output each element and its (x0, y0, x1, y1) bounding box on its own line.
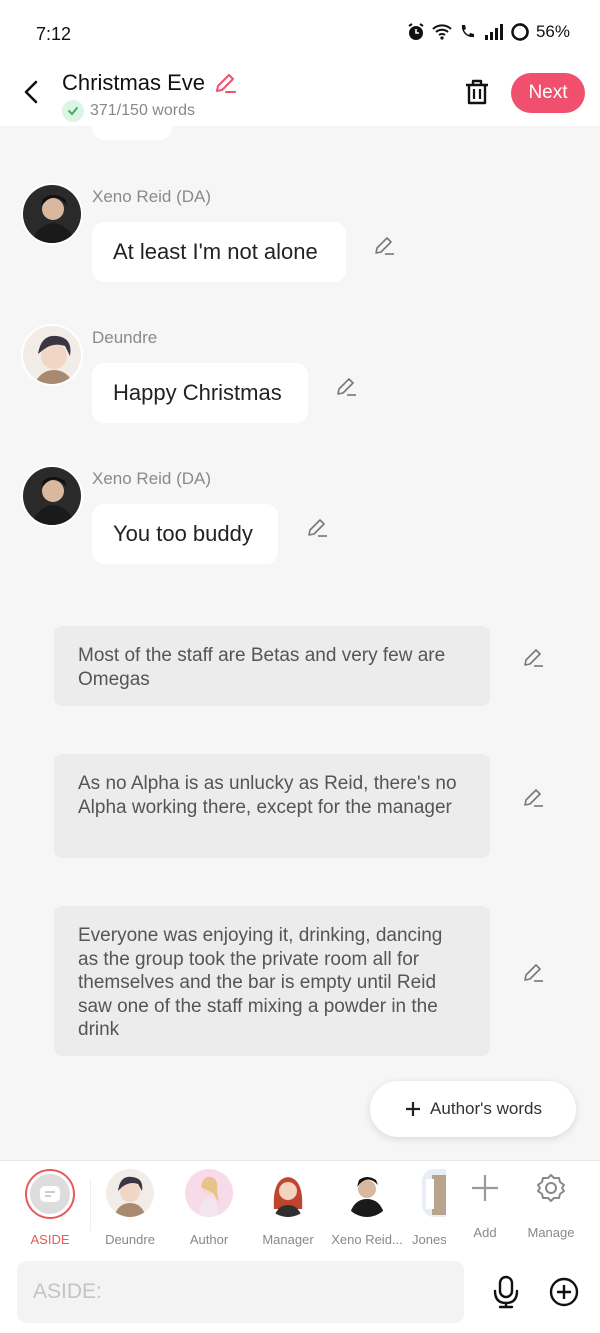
page-title: Christmas Eve (62, 70, 206, 95)
back-arrow-icon[interactable] (18, 76, 46, 108)
word-count-text: 371/150 words (90, 102, 195, 119)
character-label: Deundre (105, 1232, 155, 1247)
aside-block[interactable]: Most of the staff are Betas and very few… (54, 626, 490, 706)
speaker-name: Xeno Reid (DA) (92, 469, 212, 488)
trash-icon[interactable] (462, 76, 492, 108)
alarm-icon (408, 23, 424, 40)
avatar (343, 1169, 391, 1217)
character-label: Xeno Reid... (331, 1232, 403, 1247)
battery-icon (511, 23, 529, 41)
add-label: Add (473, 1225, 497, 1240)
avatar (106, 1169, 154, 1217)
status-bar: 7:12 56% (0, 0, 600, 68)
edit-icon[interactable] (521, 960, 545, 984)
character-xeno-reid[interactable]: Xeno Reid... (327, 1169, 407, 1247)
status-icons: 56% (406, 22, 570, 42)
character-label: ASIDE (30, 1232, 70, 1247)
character-author[interactable]: Author (169, 1169, 249, 1247)
character-label: Jones (412, 1232, 446, 1247)
avatar-xeno-reid[interactable] (21, 183, 83, 245)
character-bar: ASIDE Deundre Author Manager Xeno Reid..… (0, 1160, 600, 1252)
status-time: 7:12 (36, 24, 72, 44)
aside-block[interactable]: As no Alpha is as unlucky as Reid, there… (54, 754, 490, 858)
plus-icon (406, 1102, 421, 1116)
aside-icon (40, 1186, 60, 1202)
microphone-icon[interactable] (490, 1274, 522, 1310)
word-count: 371/150 words (62, 100, 195, 122)
next-button[interactable]: Next (511, 73, 585, 113)
wifi-icon (432, 24, 452, 40)
edit-title-icon[interactable] (212, 70, 238, 96)
character-jones[interactable]: Jones (406, 1169, 446, 1247)
signal-icon (484, 24, 503, 40)
story-feed[interactable]: Xeno Reid (DA) At least I'm not alone De… (0, 126, 600, 1160)
authors-words-label: Author's words (430, 1099, 542, 1118)
battery-level: 56% (535, 22, 570, 41)
avatar (264, 1169, 312, 1217)
edit-icon[interactable] (521, 645, 545, 669)
character-manager[interactable]: Manager (248, 1169, 328, 1247)
character-deundre[interactable]: Deundre (90, 1169, 170, 1247)
character-aside[interactable]: ASIDE (10, 1169, 90, 1247)
previous-bubble (92, 126, 172, 140)
header: Christmas Eve 371/150 words Next (0, 68, 600, 126)
avatar-deundre[interactable] (21, 324, 83, 386)
message-bubble[interactable]: You too buddy (92, 504, 278, 564)
manage-label: Manage (527, 1225, 575, 1240)
edit-icon[interactable] (521, 785, 545, 809)
avatar (185, 1169, 233, 1217)
character-label: Manager (262, 1232, 314, 1247)
edit-icon[interactable] (334, 374, 358, 398)
speaker-name: Xeno Reid (DA) (92, 187, 212, 206)
edit-icon[interactable] (372, 233, 396, 257)
speaker-name: Deundre (92, 328, 158, 347)
gear-icon (537, 1174, 565, 1202)
aside-block[interactable]: Everyone was enjoying it, drinking, danc… (54, 906, 490, 1056)
avatar-xeno-reid[interactable] (21, 465, 83, 527)
manage-button[interactable]: Manage (511, 1169, 591, 1240)
add-icon (472, 1175, 498, 1201)
authors-words-button[interactable]: Author's words (370, 1081, 576, 1137)
avatar (422, 1169, 446, 1217)
edit-icon[interactable] (305, 515, 329, 539)
message-bubble[interactable]: Happy Christmas (92, 363, 308, 423)
plus-circle-icon[interactable] (548, 1276, 580, 1308)
message-bubble[interactable]: At least I'm not alone (92, 222, 346, 282)
wifi-call-icon (461, 25, 474, 38)
aside-avatar (25, 1169, 75, 1219)
aside-input[interactable] (17, 1261, 464, 1323)
check-icon (62, 100, 84, 122)
character-label: Author (189, 1232, 229, 1247)
composer (0, 1252, 600, 1333)
